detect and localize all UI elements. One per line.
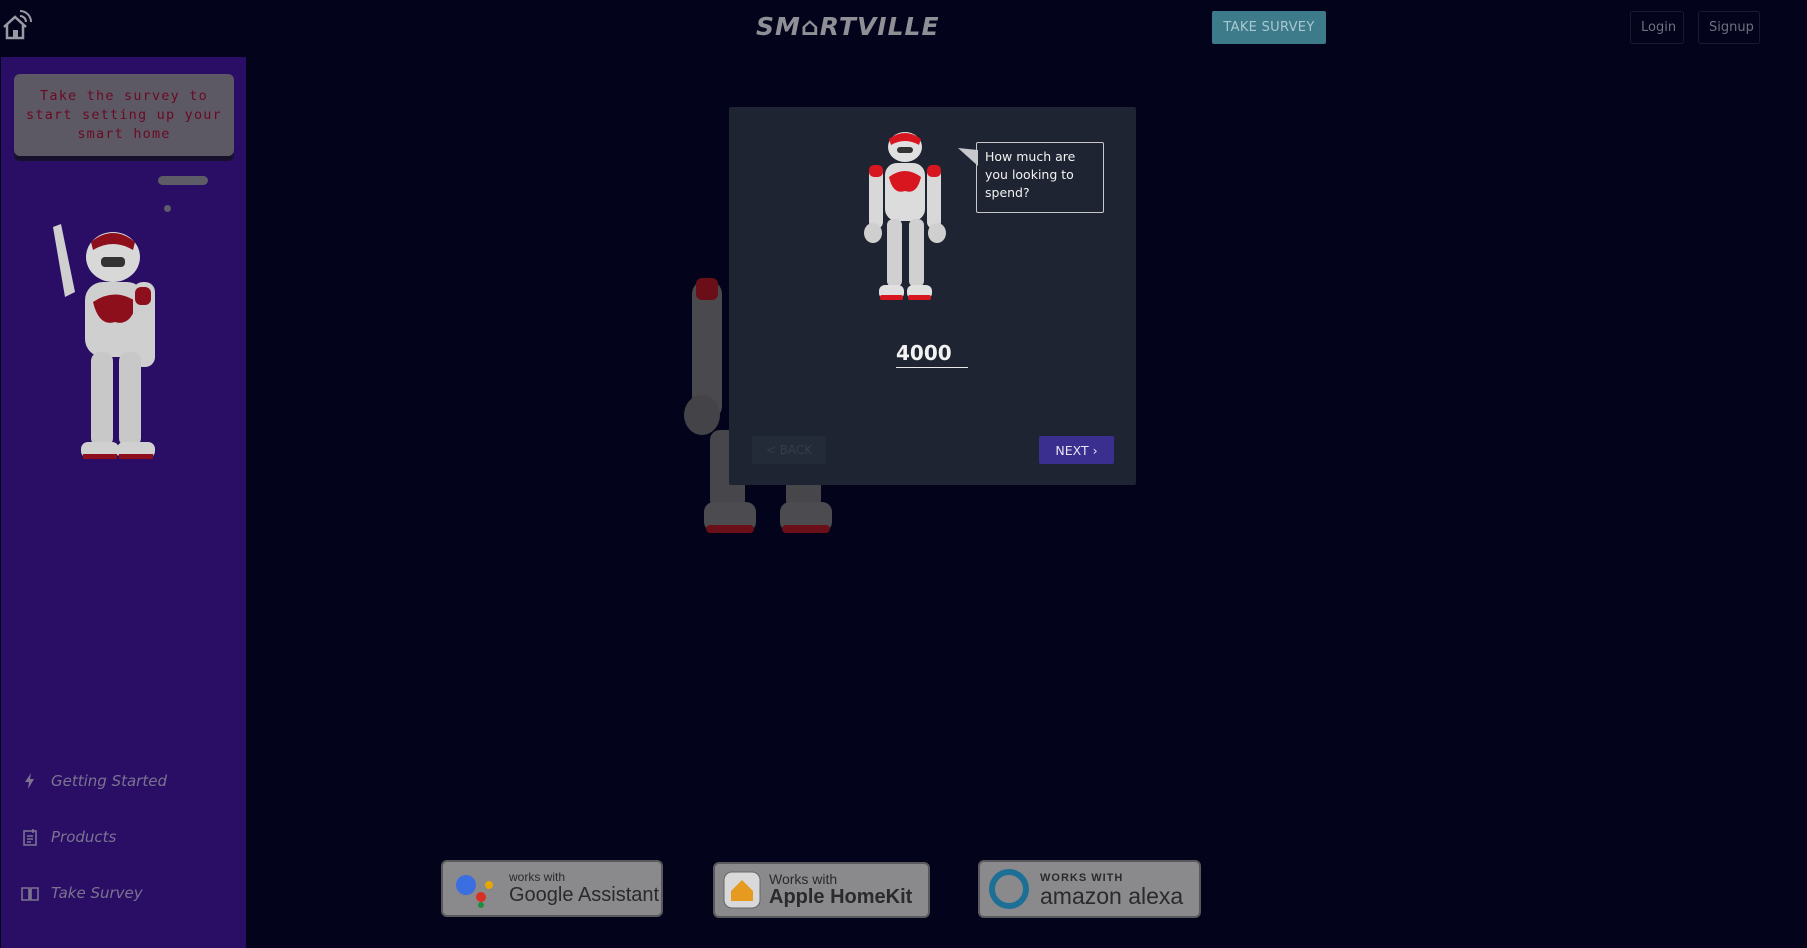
back-button[interactable]: < BACK (752, 436, 826, 464)
sidebar: Take the survey to start setting up your… (1, 57, 246, 948)
take-survey-button[interactable]: TAKE SURVEY (1212, 11, 1326, 44)
sidebar-item-label: Take Survey (51, 884, 143, 902)
home-icon[interactable] (0, 10, 32, 42)
spend-amount-input[interactable] (896, 339, 968, 368)
badge-big-text: Apple HomeKit (769, 885, 913, 908)
sidebar-item-products[interactable]: Products (21, 828, 116, 846)
alexa-icon (989, 869, 1029, 909)
login-button[interactable]: Login (1630, 11, 1684, 44)
apple-homekit-badge: Works with Apple HomeKit (713, 862, 930, 918)
product-list-icon (23, 829, 37, 846)
sidebar-item-label: Getting Started (51, 772, 167, 790)
badge-small-text: works with (509, 870, 566, 884)
bolt-icon (25, 773, 34, 789)
amazon-alexa-badge: WORKS WITH amazon alexa (978, 860, 1201, 918)
signup-button[interactable]: Signup (1698, 11, 1760, 44)
sidebar-item-getting-started[interactable]: Getting Started (21, 772, 167, 790)
next-button[interactable]: NEXT › (1039, 436, 1114, 464)
badge-small-text: Works with (769, 870, 838, 887)
thought-bubble-pill (158, 176, 208, 185)
google-assistant-badge: works with Google Assistant (441, 860, 663, 917)
app-logo[interactable]: SM⌂RTVILLE (756, 12, 940, 41)
badge-big-text: Google Assistant (509, 884, 660, 906)
sidebar-item-take-survey[interactable]: Take Survey (21, 884, 143, 902)
sidebar-speech-bubble: Take the survey to start setting up your… (14, 74, 234, 156)
survey-dialog: How much are you looking to spend? < BAC… (729, 107, 1136, 485)
sidebar-item-label: Products (51, 828, 117, 846)
survey-robot-image (864, 132, 946, 300)
google-assistant-icon (456, 874, 493, 908)
sidebar-robot-image (53, 224, 155, 459)
badge-big-text: amazon alexa (1040, 882, 1184, 909)
book-icon (21, 887, 39, 901)
homekit-icon (723, 871, 761, 909)
question-bubble: How much are you looking to spend? (976, 142, 1104, 213)
